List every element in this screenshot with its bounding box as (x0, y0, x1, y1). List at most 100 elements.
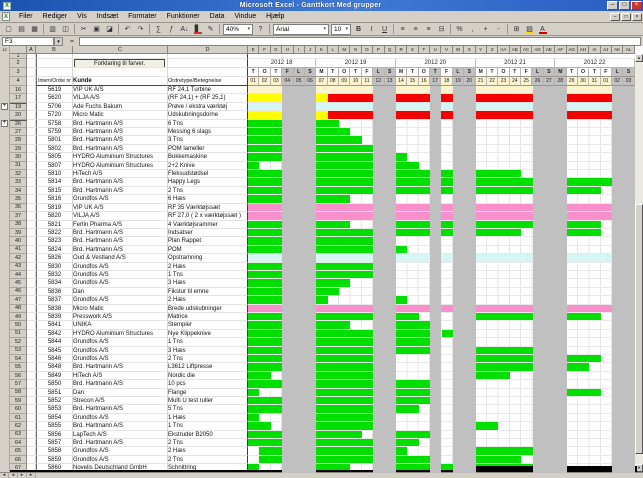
comma-style-button[interactable]: , (466, 23, 479, 35)
day-letter-cell[interactable]: L (532, 68, 544, 77)
order-number-cell[interactable]: 5849 (36, 371, 73, 381)
gantt-row-strip[interactable] (248, 161, 635, 171)
row-header[interactable]: 40 (10, 237, 27, 246)
a-cell[interactable] (27, 161, 36, 171)
order-number-cell[interactable]: 5830 (36, 262, 73, 271)
order-number-cell[interactable]: 5844 (36, 338, 73, 347)
column-header-M[interactable]: M (339, 46, 351, 54)
week-label[interactable]: 2012 21 (475, 59, 556, 68)
a-cell[interactable] (27, 296, 36, 305)
order-number-cell[interactable]: 5850 (36, 380, 73, 389)
row-header[interactable]: 16 (10, 86, 27, 95)
row-header[interactable]: 55 (10, 363, 27, 372)
order-number-cell[interactable]: 5836 (36, 287, 73, 297)
day-letter-cell[interactable]: F (441, 68, 453, 77)
gantt-row-strip[interactable] (248, 321, 635, 330)
day-letter-cell[interactable]: T (486, 68, 499, 77)
a-cell[interactable] (27, 102, 36, 112)
order-description-cell[interactable]: (RF 24,1) + (RF 25,1) (168, 94, 248, 103)
gantt-row-strip[interactable] (248, 86, 635, 95)
day-number-cell[interactable]: 01 (600, 77, 612, 86)
bold-button[interactable]: B (352, 23, 365, 35)
order-number-cell[interactable]: 5824 (36, 245, 73, 255)
day-letter-cell[interactable]: L (293, 68, 305, 77)
customer-cell[interactable]: Grundfos A/S (73, 279, 168, 288)
day-number-cell[interactable]: 30 (577, 77, 590, 86)
order-description-cell[interactable]: 2+2 Knive (168, 161, 248, 171)
drawing-button[interactable]: ✎ (204, 23, 217, 35)
order-number-cell[interactable]: 5720 (36, 111, 73, 120)
menu-item-indsæt[interactable]: Indsæt (92, 12, 123, 21)
day-number-cell[interactable]: 21 (475, 77, 487, 86)
a-cell[interactable] (27, 355, 36, 364)
title-bar[interactable]: X Microsoft Excel - Ganttkort Med gruppe… (0, 0, 643, 11)
day-letter-cell[interactable]: S (543, 68, 556, 77)
customer-cell[interactable]: Brd. Hartmann A/S (73, 363, 168, 372)
day-number-cell[interactable]: 15 (407, 77, 419, 86)
customer-cell[interactable]: Brd. Hartmann A/S (73, 237, 168, 246)
column-header-L[interactable]: L (327, 46, 339, 54)
customer-cell[interactable]: Brd. Hartmann A/S (73, 186, 168, 196)
row-header[interactable]: 20 (10, 111, 27, 120)
customer-cell[interactable]: Brd. Hartmann A/S (73, 228, 168, 238)
order-description-cell[interactable]: Nye Klippeknive (168, 329, 248, 339)
a-cell[interactable] (27, 397, 36, 406)
week-label[interactable]: 2012 20 (395, 59, 476, 68)
a-cell[interactable] (27, 321, 36, 330)
column-header-U[interactable]: U (430, 46, 442, 54)
a-cell[interactable] (27, 405, 36, 414)
customer-cell[interactable]: Dan (73, 388, 168, 398)
undo-button[interactable]: ↶ (121, 23, 134, 35)
day-number-cell[interactable]: 07 (316, 77, 328, 86)
day-number-cell[interactable]: 29 (566, 77, 578, 86)
cell-d3[interactable] (168, 68, 248, 77)
day-number-cell[interactable]: 11 (361, 77, 374, 86)
gantt-row-strip[interactable] (248, 254, 635, 263)
customer-cell[interactable]: Brd. Hartmann A/S (73, 405, 168, 414)
cell-d2[interactable] (168, 59, 248, 68)
close-button[interactable]: × (631, 1, 642, 10)
day-letter-cell[interactable]: M (555, 68, 567, 77)
column-header-AB[interactable]: AB (509, 46, 521, 54)
day-letter-cell[interactable]: T (350, 68, 362, 77)
cut-button[interactable]: ✂ (77, 23, 90, 35)
gantt-row-strip[interactable] (248, 439, 635, 448)
customer-cell[interactable]: Grundfos A/S (73, 346, 168, 355)
gantt-row-strip[interactable] (248, 186, 635, 196)
day-number-cell[interactable]: 25 (521, 77, 533, 86)
customer-cell[interactable]: HiTech A/S (73, 170, 168, 179)
order-description-cell[interactable]: Ekstruder B2050 (168, 430, 248, 440)
gantt-row-strip[interactable] (248, 329, 635, 339)
a-cell[interactable] (27, 245, 36, 255)
order-description-cell[interactable]: Matrice (168, 312, 248, 322)
outline-level-buttons[interactable]: 12 (0, 46, 10, 54)
order-number-cell[interactable]: 5856 (36, 430, 73, 440)
row-header[interactable]: 4 (10, 77, 27, 86)
order-description-cell[interactable]: Flange (168, 388, 248, 398)
row-header[interactable]: 31 (10, 161, 27, 171)
customer-cell[interactable]: Grundfos A/S (73, 270, 168, 280)
gantt-row-strip[interactable] (248, 296, 635, 305)
formula-input[interactable] (79, 36, 641, 46)
order-number-cell[interactable]: 5823 (36, 237, 73, 246)
font-size-combo[interactable]: 10 ▾ (331, 23, 351, 35)
day-number-cell[interactable]: 16 (418, 77, 430, 86)
day-letter-cell[interactable]: T (407, 68, 419, 77)
gantt-row-strip[interactable] (248, 447, 635, 456)
menu-item-data[interactable]: Data (205, 12, 230, 21)
a-cell[interactable] (27, 128, 36, 137)
row-header[interactable]: 49 (10, 312, 27, 322)
order-description-cell[interactable]: POM (168, 245, 248, 255)
row-header[interactable]: 53 (10, 346, 27, 355)
a-cell[interactable] (27, 178, 36, 187)
row-header[interactable]: 19 (10, 102, 27, 112)
percent-style-button[interactable]: % (453, 23, 466, 35)
order-description-cell[interactable]: 1 Tns (168, 338, 248, 347)
tab-scroll-icon[interactable]: ▸ (18, 473, 27, 478)
customer-cell[interactable]: Brd. Hartmann A/S (73, 178, 168, 187)
cell-a4[interactable] (27, 77, 36, 86)
customer-cell[interactable]: Grundfos A/S (73, 413, 168, 423)
a-cell[interactable] (27, 111, 36, 120)
a-cell[interactable] (27, 447, 36, 456)
order-description-cell[interactable]: 6 Hæs (168, 195, 248, 204)
